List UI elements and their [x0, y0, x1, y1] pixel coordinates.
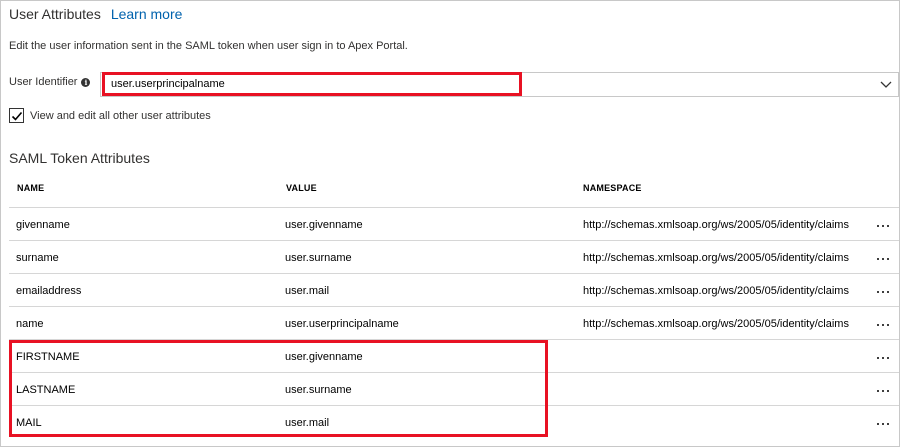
more-icon[interactable]	[876, 320, 892, 328]
more-icon[interactable]	[876, 419, 892, 427]
more-icon[interactable]	[876, 221, 892, 229]
chevron-down-icon[interactable]	[880, 78, 892, 90]
more-icon[interactable]	[876, 353, 892, 361]
row-name: MAIL	[16, 417, 42, 429]
user-identifier-label: User Identifier i	[9, 76, 91, 88]
saml-section-title: SAML Token Attributes	[9, 150, 150, 166]
row-name: name	[16, 318, 44, 330]
column-header-name: NAME	[17, 183, 45, 193]
row-name: LASTNAME	[16, 384, 76, 396]
row-value: user.givenname	[285, 351, 363, 363]
row-name: givenname	[16, 219, 70, 231]
table-row[interactable]: name user.userprincipalname http://schem…	[9, 306, 899, 339]
row-name: FIRSTNAME	[16, 351, 80, 363]
section-header: User Attributes Learn more	[9, 6, 182, 22]
row-name: emailaddress	[16, 285, 82, 297]
row-namespace: http://schemas.xmlsoap.org/ws/2005/05/id…	[583, 318, 849, 330]
view-edit-attributes-checkbox[interactable]	[9, 108, 24, 123]
user-identifier-value: user.userprincipalname	[111, 78, 225, 90]
learn-more-link[interactable]: Learn more	[111, 6, 183, 22]
column-header-namespace: NAMESPACE	[583, 183, 642, 193]
row-value: user.surname	[285, 384, 352, 396]
row-value: user.userprincipalname	[285, 318, 399, 330]
row-name: surname	[16, 252, 59, 264]
user-identifier-select[interactable]: user.userprincipalname	[100, 72, 899, 97]
row-namespace: http://schemas.xmlsoap.org/ws/2005/05/id…	[583, 252, 849, 264]
row-value: user.givenname	[285, 219, 363, 231]
table-row[interactable]: surname user.surname http://schemas.xmls…	[9, 240, 899, 273]
table-row[interactable]: givenname user.givenname http://schemas.…	[9, 207, 899, 240]
page-title: User Attributes	[9, 6, 101, 22]
row-value: user.mail	[285, 417, 330, 429]
more-icon[interactable]	[876, 386, 892, 394]
table-row[interactable]: FIRSTNAME user.givenname	[9, 339, 899, 372]
description-text: Edit the user information sent in the SA…	[9, 40, 408, 52]
table-row[interactable]: emailaddress user.mail http://schemas.xm…	[9, 273, 899, 306]
more-icon[interactable]	[876, 254, 892, 262]
view-edit-attributes-row[interactable]: View and edit all other user attributes	[9, 108, 211, 123]
view-edit-attributes-label: View and edit all other user attributes	[30, 109, 211, 122]
row-namespace: http://schemas.xmlsoap.org/ws/2005/05/id…	[583, 219, 849, 231]
table-row[interactable]: LASTNAME user.surname	[9, 372, 899, 405]
row-value: user.mail	[285, 285, 330, 297]
row-namespace: http://schemas.xmlsoap.org/ws/2005/05/id…	[583, 285, 849, 297]
info-icon[interactable]: i	[81, 77, 91, 87]
more-icon[interactable]	[876, 287, 892, 295]
user-identifier-label-text: User Identifier	[9, 76, 78, 88]
table-row[interactable]: MAIL user.mail	[9, 405, 899, 438]
row-value: user.surname	[285, 252, 352, 264]
checkmark-icon	[11, 111, 23, 121]
column-header-value: VALUE	[286, 183, 317, 193]
